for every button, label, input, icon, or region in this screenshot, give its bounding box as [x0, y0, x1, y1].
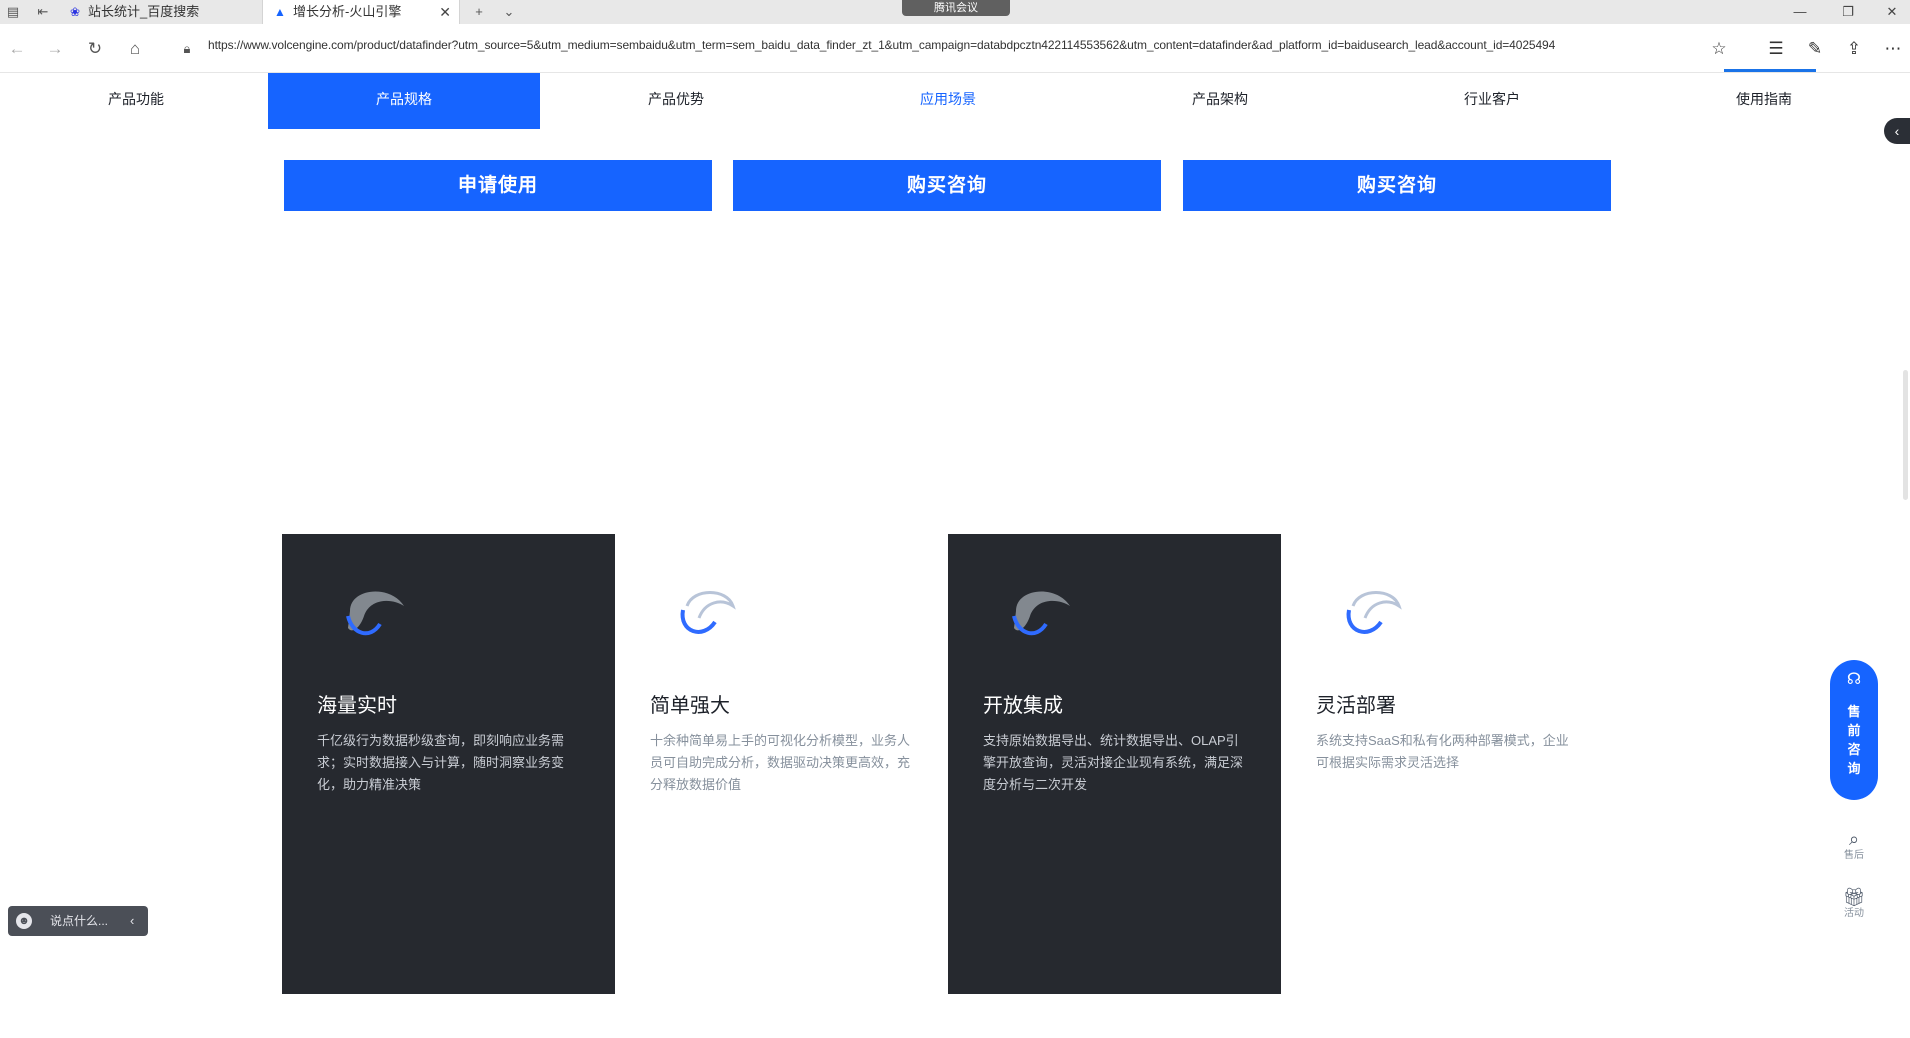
- meeting-badge[interactable]: 腾讯会议: [902, 0, 1010, 16]
- swirl-logo-icon: [1346, 591, 1402, 634]
- activity-button[interactable]: 🎁︎ 活动: [1836, 886, 1872, 920]
- reading-indicator: [1724, 69, 1816, 72]
- activity-label: 活动: [1844, 908, 1864, 919]
- chat-placeholder[interactable]: 说点什么...: [50, 906, 108, 936]
- restore-icon[interactable]: ❐: [1828, 0, 1868, 24]
- tab-actions-icon[interactable]: ▤: [4, 3, 22, 21]
- nav-item-scenarios[interactable]: 应用场景: [812, 73, 1084, 129]
- nav-item-features[interactable]: 产品功能: [0, 73, 272, 129]
- favorites-list-icon[interactable]: ☰: [1765, 38, 1787, 60]
- headset-icon: ☊: [1846, 671, 1862, 688]
- swirl-logo-icon: [1012, 591, 1070, 636]
- tab-label: 站长统计_百度搜索: [88, 4, 200, 19]
- tab-volcengine[interactable]: ▲ 增长分析-火山引擎 ✕: [262, 0, 460, 24]
- favorite-star-icon[interactable]: ☆: [1708, 38, 1730, 60]
- lock-icon: 🔒︎: [183, 41, 191, 56]
- tab-baidu[interactable]: ❀ 站长统计_百度搜索: [58, 0, 258, 24]
- card-description: 十余种简单易上手的可视化分析模型，业务人员可自助完成分析，数据驱动决策更高效，充…: [650, 733, 911, 792]
- browser-tab-bar: ▤ ⇤ ❀ 站长统计_百度搜索 ▲ 增长分析-火山引擎 ✕ + ⌄ 腾讯会议 —…: [0, 0, 1910, 25]
- chevron-down-icon[interactable]: ⌄: [500, 3, 518, 21]
- url-field[interactable]: https://www.volcengine.com/product/dataf…: [208, 38, 1555, 52]
- back-tab-icon[interactable]: ⇤: [34, 3, 52, 21]
- card-description: 支持原始数据导出、统计数据导出、OLAP引擎开放查询，灵活对接企业现有系统，满足…: [983, 733, 1244, 792]
- more-icon[interactable]: ⋯: [1882, 38, 1904, 60]
- buy-consult-button-2[interactable]: 购买咨询: [1183, 160, 1611, 211]
- card-title: 开放集成: [983, 695, 1063, 717]
- card-description: 千亿级行为数据秒级查询，即刻响应业务需求；实时数据接入与计算，随时洞察业务变化，…: [317, 733, 565, 792]
- chat-search-icon: ⌕: [1848, 829, 1860, 849]
- feature-card-simple: 简单强大 十余种简单易上手的可视化分析模型，业务人员可自助完成分析，数据驱动决策…: [615, 534, 948, 994]
- forward-icon[interactable]: →: [44, 38, 66, 60]
- volcano-icon: ▲: [274, 5, 286, 19]
- collapse-arrow-icon[interactable]: ‹: [1884, 118, 1910, 144]
- refresh-icon[interactable]: ↻: [84, 38, 106, 60]
- pen-icon[interactable]: ✎: [1804, 38, 1826, 60]
- feature-card-realtime: 海量实时 千亿级行为数据秒级查询，即刻响应业务需求；实时数据接入与计算，随时洞察…: [282, 534, 615, 994]
- share-icon[interactable]: ⇪: [1843, 38, 1865, 60]
- feature-card-deploy: 灵活部署 系统支持SaaS和私有化两种部署模式，企业可根据实际需求灵活选择: [1281, 534, 1614, 994]
- apply-button[interactable]: 申请使用: [284, 160, 712, 211]
- window-close-icon[interactable]: ✕: [1872, 0, 1910, 24]
- collapse-chevron-icon[interactable]: ‹: [130, 906, 134, 936]
- nav-item-specs[interactable]: 产品规格: [268, 73, 540, 129]
- nav-item-customers[interactable]: 行业客户: [1356, 73, 1628, 129]
- scrollbar[interactable]: [1903, 370, 1908, 500]
- swirl-logo-icon: [346, 591, 404, 636]
- gift-icon: 🎁︎: [1842, 887, 1866, 907]
- presales-consult-button[interactable]: ☊ 售前咨询: [1830, 660, 1878, 800]
- card-description: 系统支持SaaS和私有化两种部署模式，企业可根据实际需求灵活选择: [1316, 733, 1569, 770]
- aftersales-button[interactable]: ⌕ 售后: [1836, 828, 1872, 862]
- paw-icon: ❀: [69, 5, 81, 19]
- buy-consult-button[interactable]: 购买咨询: [733, 160, 1161, 211]
- tab-label: 增长分析-火山引擎: [293, 4, 402, 19]
- card-title: 简单强大: [650, 695, 730, 717]
- swirl-logo-icon: [680, 591, 736, 634]
- aftersales-label: 售后: [1844, 850, 1864, 861]
- card-title: 灵活部署: [1316, 695, 1396, 717]
- back-icon[interactable]: ←: [6, 38, 28, 60]
- home-icon[interactable]: ⌂: [124, 38, 146, 60]
- feature-card-open: 开放集成 支持原始数据导出、统计数据导出、OLAP引擎开放查询，灵活对接企业现有…: [948, 534, 1281, 994]
- nav-item-guide[interactable]: 使用指南: [1628, 73, 1900, 129]
- address-bar: ← → ↻ ⌂ 🔒︎ https://www.volcengine.com/pr…: [0, 24, 1910, 73]
- chat-input-widget[interactable]: ☻ 说点什么... ‹: [8, 906, 148, 936]
- nav-item-architecture[interactable]: 产品架构: [1084, 73, 1356, 129]
- card-title: 海量实时: [317, 695, 397, 717]
- smiley-icon: ☻: [16, 913, 32, 929]
- product-nav: 产品功能 产品规格 产品优势 应用场景 产品架构 行业客户 使用指南: [0, 73, 1900, 129]
- minimize-icon[interactable]: —: [1780, 0, 1820, 24]
- nav-item-advantages[interactable]: 产品优势: [540, 73, 812, 129]
- new-tab-icon[interactable]: +: [470, 3, 488, 21]
- consult-label: 售前咨询: [1847, 704, 1861, 776]
- close-icon[interactable]: ✕: [439, 0, 451, 24]
